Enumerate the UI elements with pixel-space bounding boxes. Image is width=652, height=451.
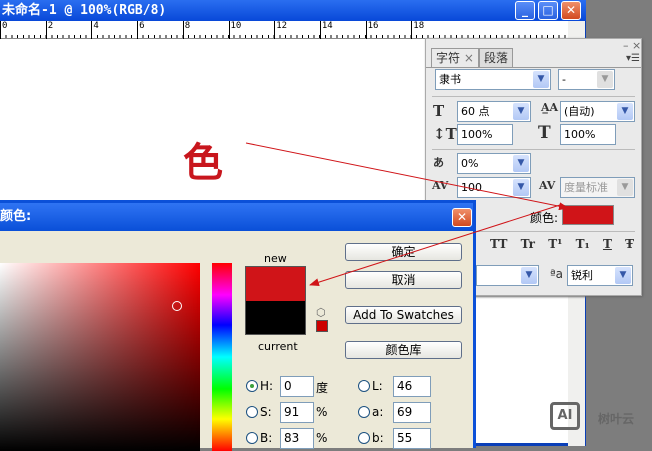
current-label: current xyxy=(258,340,298,353)
h-label: H: xyxy=(260,379,274,393)
document-title: 未命名-1 @ 100%(RGB/8) xyxy=(0,0,586,21)
radio-b[interactable] xyxy=(246,432,258,444)
s-unit: % xyxy=(316,405,328,419)
panel-minimize[interactable]: – xyxy=(623,39,629,52)
new-color-swatch xyxy=(245,266,306,301)
ruler-tick: 18 xyxy=(411,21,424,39)
s-input[interactable]: 91 xyxy=(280,402,314,423)
antialias-select[interactable]: 锐利 ▼ xyxy=(567,265,633,286)
tracking-select[interactable]: 100 ▼ xyxy=(457,177,531,198)
all-caps-button[interactable]: TT xyxy=(490,237,507,251)
tab-close-icon[interactable]: × xyxy=(464,51,474,65)
current-color-swatch[interactable] xyxy=(245,301,306,335)
radio-lab-b[interactable] xyxy=(358,432,370,444)
kerning-select[interactable]: 度量标准 ▼ xyxy=(560,177,635,198)
h-unit: 度 xyxy=(316,381,329,395)
web-safe-color-swatch[interactable] xyxy=(316,320,328,332)
color-field[interactable] xyxy=(0,263,200,451)
b-input[interactable]: 83 xyxy=(280,428,314,449)
add-to-swatches-button[interactable]: Add To Swatches xyxy=(345,306,462,324)
tab-character[interactable]: 字符 × xyxy=(431,48,479,67)
a-label: a: xyxy=(372,405,384,419)
font-size-icon: T xyxy=(433,102,445,120)
lab-b-input[interactable]: 55 xyxy=(393,428,431,449)
ruler-tick: 14 xyxy=(319,21,333,39)
antialias-icon: ªa xyxy=(550,267,564,281)
new-label: new xyxy=(264,252,287,265)
color-field-cursor[interactable] xyxy=(172,301,182,311)
tab-paragraph[interactable]: 段落 xyxy=(479,48,514,67)
leading-icon: A̲A xyxy=(541,101,559,114)
font-family-select[interactable]: 隶书 ▼ xyxy=(435,69,551,90)
dialog-title: 颜色: xyxy=(0,203,473,231)
ruler-tick: 16 xyxy=(365,21,378,39)
watermark-text: 树叶云 xyxy=(598,412,635,426)
tracking-icon: AV xyxy=(432,179,449,192)
watermark-logo: AI xyxy=(550,402,580,430)
language-select[interactable]: ▼ xyxy=(476,265,539,286)
ruler-tick: 0 xyxy=(0,21,7,39)
l-input[interactable]: 46 xyxy=(393,376,431,397)
underline-button[interactable]: T xyxy=(603,237,612,251)
ruler-tick: 2 xyxy=(45,21,53,39)
text-style-buttons[interactable]: TT Tr T¹ T₁ T Ŧ xyxy=(490,237,634,251)
ruler-tick: 12 xyxy=(274,21,287,39)
vertical-scale-icon: ↕T xyxy=(433,125,457,143)
horizontal-scale-input[interactable]: 100% xyxy=(560,124,616,145)
color-label: 颜色: xyxy=(530,211,559,225)
small-caps-button[interactable]: Tr xyxy=(521,237,535,251)
leading-select[interactable]: (自动) ▼ xyxy=(560,101,635,122)
canvas-text[interactable]: 色 xyxy=(183,130,223,188)
ruler-tick: 10 xyxy=(228,21,241,39)
hue-slider[interactable] xyxy=(212,263,232,451)
superscript-button[interactable]: T¹ xyxy=(548,237,562,251)
dialog-close-button[interactable]: ✕ xyxy=(452,208,472,227)
horizontal-ruler: 0 2 4 6 8 10 12 14 16 18 xyxy=(0,21,567,39)
h-input[interactable]: 0 xyxy=(280,376,314,397)
ruler-tick: 4 xyxy=(91,21,99,39)
horizontal-scale-icon: T xyxy=(538,123,551,143)
radio-h[interactable] xyxy=(246,380,258,392)
ruler-tick: 6 xyxy=(137,21,145,39)
color-picker-dialog: 颜色: ✕ new current ⬡ 确定 取消 Add To Swatche… xyxy=(0,200,476,451)
cancel-button[interactable]: 取消 xyxy=(345,271,462,289)
font-size-select[interactable]: 60 点 ▼ xyxy=(457,101,531,122)
font-style-select[interactable]: - ▼ xyxy=(558,69,615,90)
close-button[interactable]: ✕ xyxy=(561,1,581,20)
radio-a[interactable] xyxy=(358,406,370,418)
baseline-shift-icon: あ xyxy=(433,156,444,169)
lab-b-label: b: xyxy=(372,431,384,445)
maximize-button[interactable]: □ xyxy=(538,1,558,20)
strikethrough-button[interactable]: Ŧ xyxy=(625,237,634,251)
s-label: S: xyxy=(260,405,272,419)
ok-button[interactable]: 确定 xyxy=(345,243,462,261)
panel-menu-icon[interactable]: ▾☰ xyxy=(626,53,640,64)
radio-s[interactable] xyxy=(246,406,258,418)
radio-l[interactable] xyxy=(358,380,370,392)
b-unit: % xyxy=(316,431,328,445)
minimize-button[interactable]: _ xyxy=(515,1,535,20)
subscript-button[interactable]: T₁ xyxy=(576,237,590,251)
panel-close[interactable]: × xyxy=(632,39,641,52)
vertical-scale-input[interactable]: 100% xyxy=(457,124,513,145)
kerning-icon: AV xyxy=(539,179,556,192)
out-of-gamut-cube-icon[interactable]: ⬡ xyxy=(316,306,326,319)
l-label: L: xyxy=(372,379,383,393)
b-label: B: xyxy=(260,431,273,445)
ruler-tick: 8 xyxy=(182,21,190,39)
color-libraries-button[interactable]: 颜色库 xyxy=(345,341,462,359)
baseline-shift-select[interactable]: 0% ▼ xyxy=(457,153,531,174)
text-color-swatch[interactable] xyxy=(562,205,614,225)
a-input[interactable]: 69 xyxy=(393,402,431,423)
